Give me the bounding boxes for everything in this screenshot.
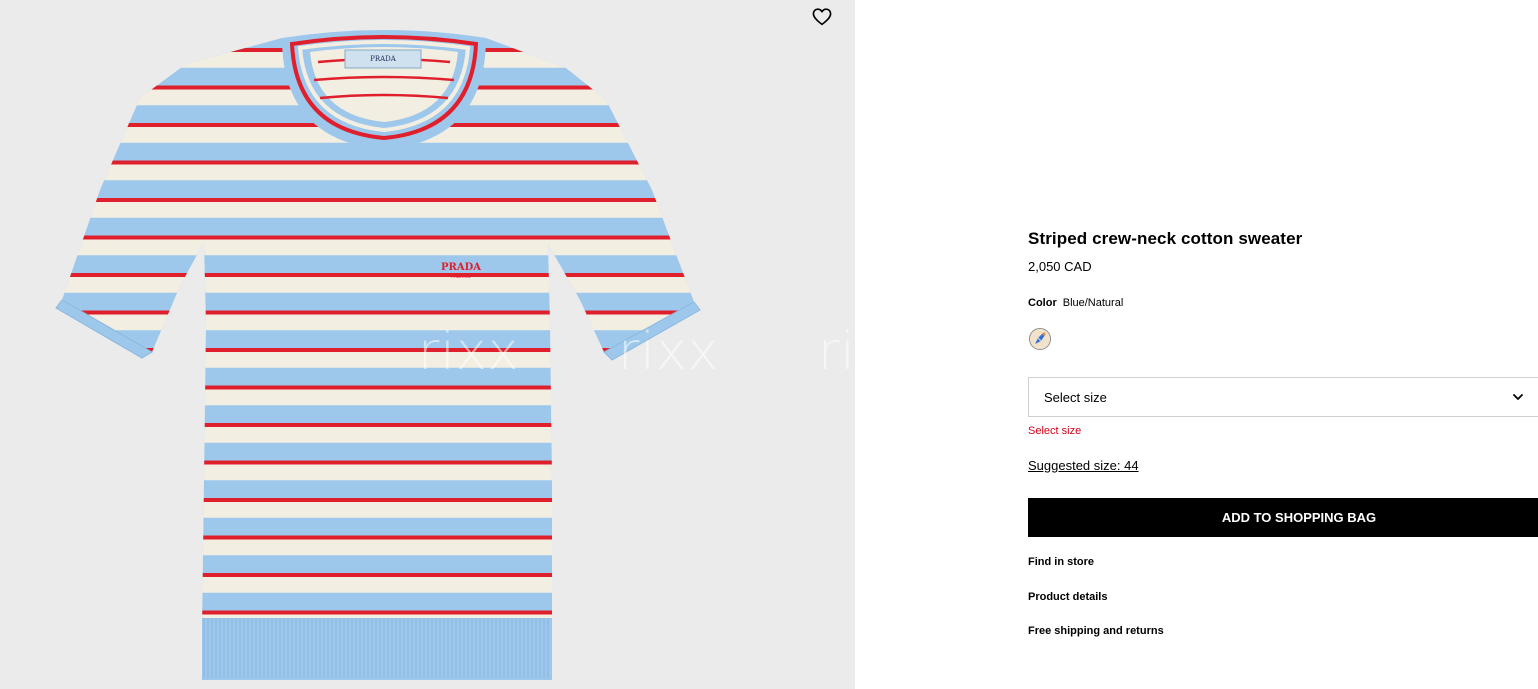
red-stripe — [62, 423, 694, 427]
product-details-link[interactable]: Product details — [1028, 591, 1107, 603]
red-stripe — [62, 535, 694, 540]
color-row: Color Blue/Natural — [1028, 297, 1123, 309]
product-price: 2,050 CAD — [1028, 259, 1092, 274]
hem-rib-lines — [203, 618, 549, 678]
color-swatch-blue-natural[interactable] — [1029, 328, 1051, 350]
watermark-text: rixx — [618, 322, 720, 382]
product-title: Striped crew-neck cotton sweater — [1028, 229, 1303, 248]
watermark-text: rixx — [418, 322, 520, 382]
cream-stripe — [62, 576, 694, 593]
watermark-text: rixx — [818, 322, 855, 382]
cream-stripe — [62, 276, 694, 293]
red-stripe — [62, 610, 694, 615]
size-select-value: Select size — [1044, 390, 1107, 405]
color-label: Color — [1028, 297, 1057, 309]
chest-logo-sub: MILANO — [451, 274, 471, 280]
cream-stripe — [62, 463, 694, 481]
red-stripe — [62, 198, 694, 202]
size-error-message: Select size — [1028, 425, 1082, 437]
cream-stripe — [62, 201, 694, 218]
red-stripe — [62, 573, 694, 577]
heart-outline-icon — [812, 8, 832, 26]
red-stripe — [62, 160, 694, 165]
red-stripe — [62, 273, 694, 277]
red-stripe — [62, 498, 694, 502]
free-shipping-link[interactable]: Free shipping and returns — [1028, 625, 1164, 637]
cream-stripe — [62, 388, 694, 406]
product-info-panel: Striped crew-neck cotton sweater 2,050 C… — [1028, 0, 1538, 689]
cream-stripe — [62, 501, 694, 518]
red-stripe — [62, 235, 694, 240]
chevron-down-icon — [1513, 394, 1523, 400]
cream-stripe — [62, 426, 694, 443]
red-stripe — [62, 460, 694, 465]
red-stripe — [62, 310, 694, 315]
color-swatch-icon — [1030, 329, 1050, 349]
cream-stripe — [62, 538, 694, 556]
cream-stripe — [62, 163, 694, 181]
neck-label-text: PRADA — [370, 55, 397, 63]
add-to-bag-button[interactable]: ADD TO SHOPPING BAG — [1028, 498, 1538, 537]
find-in-store-link[interactable]: Find in store — [1028, 556, 1094, 568]
suggested-size-link[interactable]: Suggested size: 44 — [1028, 458, 1139, 473]
wishlist-button[interactable] — [810, 6, 834, 28]
chest-logo: PRADA — [441, 262, 481, 273]
color-value: Blue/Natural — [1062, 297, 1124, 309]
red-stripe — [62, 385, 694, 390]
product-image-gallery: PRADA PRADA MILANO rixx rixx rixx — [0, 0, 855, 689]
size-select[interactable]: Select size — [1028, 377, 1538, 417]
cream-stripe — [62, 238, 694, 256]
